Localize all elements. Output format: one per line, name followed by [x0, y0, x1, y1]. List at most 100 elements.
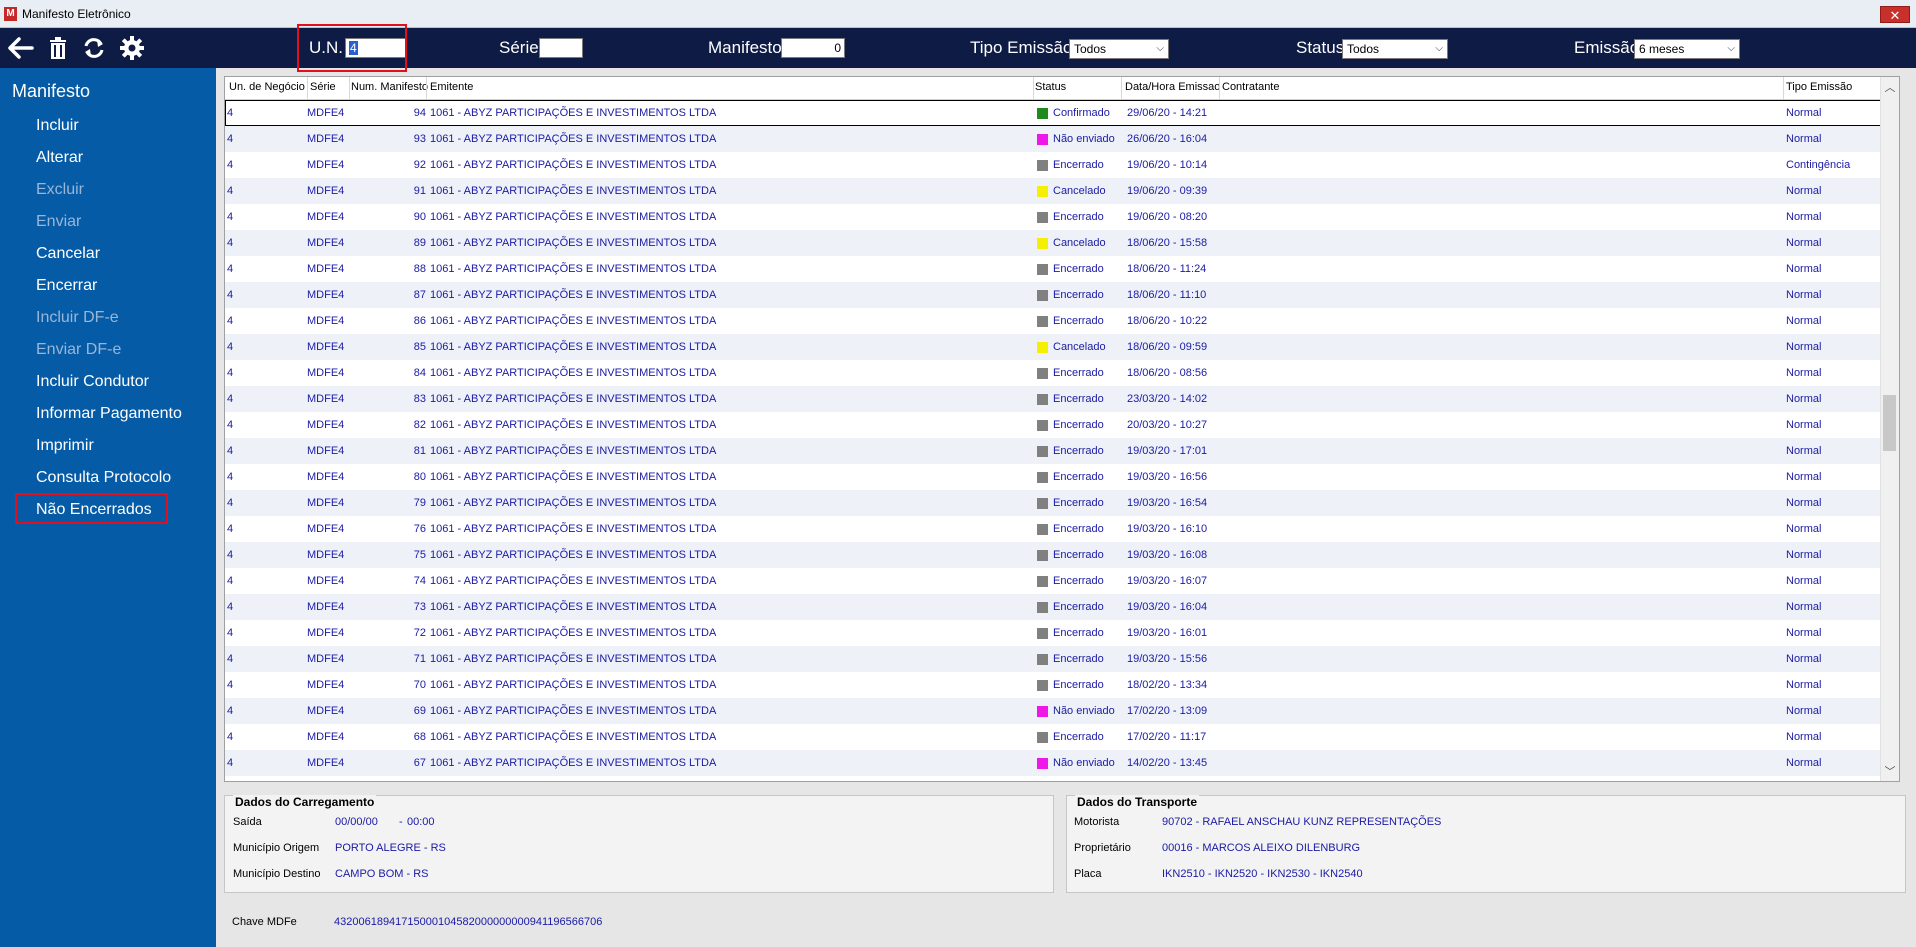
table-row[interactable]: 4 MDFE4 90 1061 - ABYZ PARTICIPAÇÕES E INVE…: [225, 204, 1881, 230]
table-row[interactable]: 4 MDFE4 71 1061 - ABYZ PARTICIPAÇÕES E INVE…: [225, 646, 1881, 672]
cell-data: 19/03/20 - 16:56: [1127, 471, 1208, 483]
col-contratante[interactable]: Contratante: [1222, 81, 1279, 93]
manifesto-input[interactable]: 0: [781, 38, 845, 58]
emissao-select[interactable]: 6 meses ⌵: [1634, 39, 1740, 59]
table-row[interactable]: 4 MDFE4 81 1061 - ABYZ PARTICIPAÇÕES E INVE…: [225, 438, 1881, 464]
status-color-indicator: [1037, 316, 1048, 327]
saida-time: 00:00: [407, 816, 435, 828]
table-row[interactable]: 4 MDFE4 70 1061 - ABYZ PARTICIPAÇÕES E INVE…: [225, 672, 1881, 698]
cell-tipo: Normal: [1786, 575, 1822, 587]
col-emitente[interactable]: Emitente: [430, 81, 473, 93]
sidebar-item-incluir-condutor[interactable]: Incluir Condutor: [36, 373, 149, 391]
col-data[interactable]: Data/Hora Emissao: [1125, 81, 1220, 93]
cell-num: 87: [413, 289, 426, 301]
col-un[interactable]: Un. de Negócio: [229, 81, 305, 93]
cell-num: 83: [413, 393, 426, 405]
sidebar-item-enviar[interactable]: Enviar: [36, 213, 81, 231]
cell-un: 4: [227, 263, 234, 275]
cell-data: 19/03/20 - 15:56: [1127, 653, 1208, 665]
cell-un: 4: [227, 367, 234, 379]
sidebar-item-incluir-df-e[interactable]: Incluir DF-e: [36, 309, 119, 327]
sidebar-item-excluir[interactable]: Excluir: [36, 181, 84, 199]
table-row[interactable]: 4 MDFE4 68 1061 - ABYZ PARTICIPAÇÕES E INVE…: [225, 724, 1881, 750]
cell-tipo: Normal: [1786, 315, 1822, 327]
close-button[interactable]: ✕: [1880, 6, 1910, 23]
back-arrow-icon[interactable]: [6, 32, 36, 64]
cell-un: 4: [227, 705, 234, 717]
table-row[interactable]: 4 MDFE4 67 1061 - ABYZ PARTICIPAÇÕES E INVE…: [225, 750, 1881, 776]
table-row[interactable]: 4 MDFE4 76 1061 - ABYZ PARTICIPAÇÕES E INVE…: [225, 516, 1881, 542]
refresh-icon[interactable]: [79, 32, 109, 64]
cell-data: 19/03/20 - 17:01: [1127, 445, 1208, 457]
cell-status: Encerrado: [1053, 289, 1104, 301]
scroll-thumb[interactable]: [1883, 395, 1896, 451]
cell-status: Encerrado: [1053, 653, 1104, 665]
cell-status: Encerrado: [1053, 497, 1104, 509]
cell-tipo: Normal: [1786, 185, 1822, 197]
table-row[interactable]: 4 MDFE4 93 1061 - ABYZ PARTICIPAÇÕES E INVE…: [225, 126, 1881, 152]
col-status[interactable]: Status: [1035, 81, 1066, 93]
sidebar-item-imprimir[interactable]: Imprimir: [36, 437, 94, 455]
table-row[interactable]: 4 MDFE4 83 1061 - ABYZ PARTICIPAÇÕES E INVE…: [225, 386, 1881, 412]
table-row[interactable]: 4 MDFE4 86 1061 - ABYZ PARTICIPAÇÕES E INVE…: [225, 308, 1881, 334]
cell-emitente: 1061 - ABYZ PARTICIPAÇÕES E INVESTIMENTO…: [430, 731, 717, 743]
sidebar-item-consulta-protocolo[interactable]: Consulta Protocolo: [36, 469, 171, 487]
table-row[interactable]: 4 MDFE4 87 1061 - ABYZ PARTICIPAÇÕES E INVE…: [225, 282, 1881, 308]
table-row[interactable]: 4 MDFE4 89 1061 - ABYZ PARTICIPAÇÕES E INVE…: [225, 230, 1881, 256]
sidebar-item-encerrar[interactable]: Encerrar: [36, 277, 97, 295]
sidebar-item-alterar[interactable]: Alterar: [36, 149, 83, 167]
table-row[interactable]: 4 MDFE4 94 1061 - ABYZ PARTICIPAÇÕES E INVE…: [225, 100, 1881, 126]
cell-status: Encerrado: [1053, 367, 1104, 379]
table-row[interactable]: 4 MDFE4 88 1061 - ABYZ PARTICIPAÇÕES E INVE…: [225, 256, 1881, 282]
status-color-indicator: [1037, 628, 1048, 639]
cell-serie: MDFE4: [307, 497, 345, 509]
cell-emitente: 1061 - ABYZ PARTICIPAÇÕES E INVESTIMENTO…: [430, 445, 717, 457]
table-row[interactable]: 4 MDFE4 82 1061 - ABYZ PARTICIPAÇÕES E INVE…: [225, 412, 1881, 438]
table-row[interactable]: 4 MDFE4 85 1061 - ABYZ PARTICIPAÇÕES E INVE…: [225, 334, 1881, 360]
table-row[interactable]: 4 MDFE4 84 1061 - ABYZ PARTICIPAÇÕES E INVE…: [225, 360, 1881, 386]
cell-num: 93: [413, 133, 426, 145]
col-serie[interactable]: Série: [310, 81, 336, 93]
col-tipo[interactable]: Tipo Emissão: [1786, 81, 1852, 93]
table-row[interactable]: 4 MDFE4 80 1061 - ABYZ PARTICIPAÇÕES E INVE…: [225, 464, 1881, 490]
table-row[interactable]: 4 MDFE4 79 1061 - ABYZ PARTICIPAÇÕES E INVE…: [225, 490, 1881, 516]
cell-num: 94: [413, 107, 426, 119]
table-row[interactable]: 4 MDFE4 73 1061 - ABYZ PARTICIPAÇÕES E INVE…: [225, 594, 1881, 620]
scroll-up-icon[interactable]: ︿: [1881, 79, 1899, 95]
cell-status: Cancelado: [1053, 341, 1106, 353]
table-row[interactable]: 4 MDFE4 72 1061 - ABYZ PARTICIPAÇÕES E INVE…: [225, 620, 1881, 646]
cell-num: 86: [413, 315, 426, 327]
sidebar-item-incluir[interactable]: Incluir: [36, 117, 79, 135]
sidebar-item-informar-pagamento[interactable]: Informar Pagamento: [36, 405, 182, 423]
sidebar-item-cancelar[interactable]: Cancelar: [36, 245, 100, 263]
tipo-emissao-select[interactable]: Todos ⌵: [1069, 39, 1169, 59]
status-select[interactable]: Todos ⌵: [1342, 39, 1448, 59]
table-row[interactable]: 4 MDFE4 92 1061 - ABYZ PARTICIPAÇÕES E INVE…: [225, 152, 1881, 178]
table-row[interactable]: 4 MDFE4 91 1061 - ABYZ PARTICIPAÇÕES E INVE…: [225, 178, 1881, 204]
scroll-down-icon[interactable]: ﹀: [1881, 763, 1899, 779]
status-label: Status: [1296, 38, 1345, 57]
col-num[interactable]: Num. Manifesto: [351, 81, 428, 93]
cell-status: Encerrado: [1053, 419, 1104, 431]
table-row[interactable]: 4 MDFE4 75 1061 - ABYZ PARTICIPAÇÕES E INVE…: [225, 542, 1881, 568]
cell-un: 4: [227, 601, 234, 613]
table-scrollbar[interactable]: ︿ ﹀: [1880, 77, 1899, 781]
status-color-indicator: [1037, 212, 1048, 223]
trash-icon[interactable]: [43, 32, 73, 64]
app-icon: M: [4, 7, 17, 21]
cell-un: 4: [227, 185, 234, 197]
cell-un: 4: [227, 315, 234, 327]
table-row[interactable]: 4 MDFE4 74 1061 - ABYZ PARTICIPAÇÕES E INVE…: [225, 568, 1881, 594]
serie-input[interactable]: [539, 38, 583, 58]
cell-serie: MDFE4: [307, 757, 345, 769]
sidebar-item-enviar-df-e[interactable]: Enviar DF-e: [36, 341, 121, 359]
cell-status: Confirmado: [1053, 107, 1110, 119]
status-color-indicator: [1037, 602, 1048, 613]
status-color-indicator: [1037, 290, 1048, 301]
cell-tipo: Normal: [1786, 497, 1822, 509]
table-row[interactable]: 4 MDFE4 69 1061 - ABYZ PARTICIPAÇÕES E INVE…: [225, 698, 1881, 724]
cell-data: 19/03/20 - 16:01: [1127, 627, 1208, 639]
cell-serie: MDFE4: [307, 523, 345, 535]
chevron-down-icon: ⌵: [1156, 43, 1164, 54]
gear-icon[interactable]: [117, 32, 147, 64]
